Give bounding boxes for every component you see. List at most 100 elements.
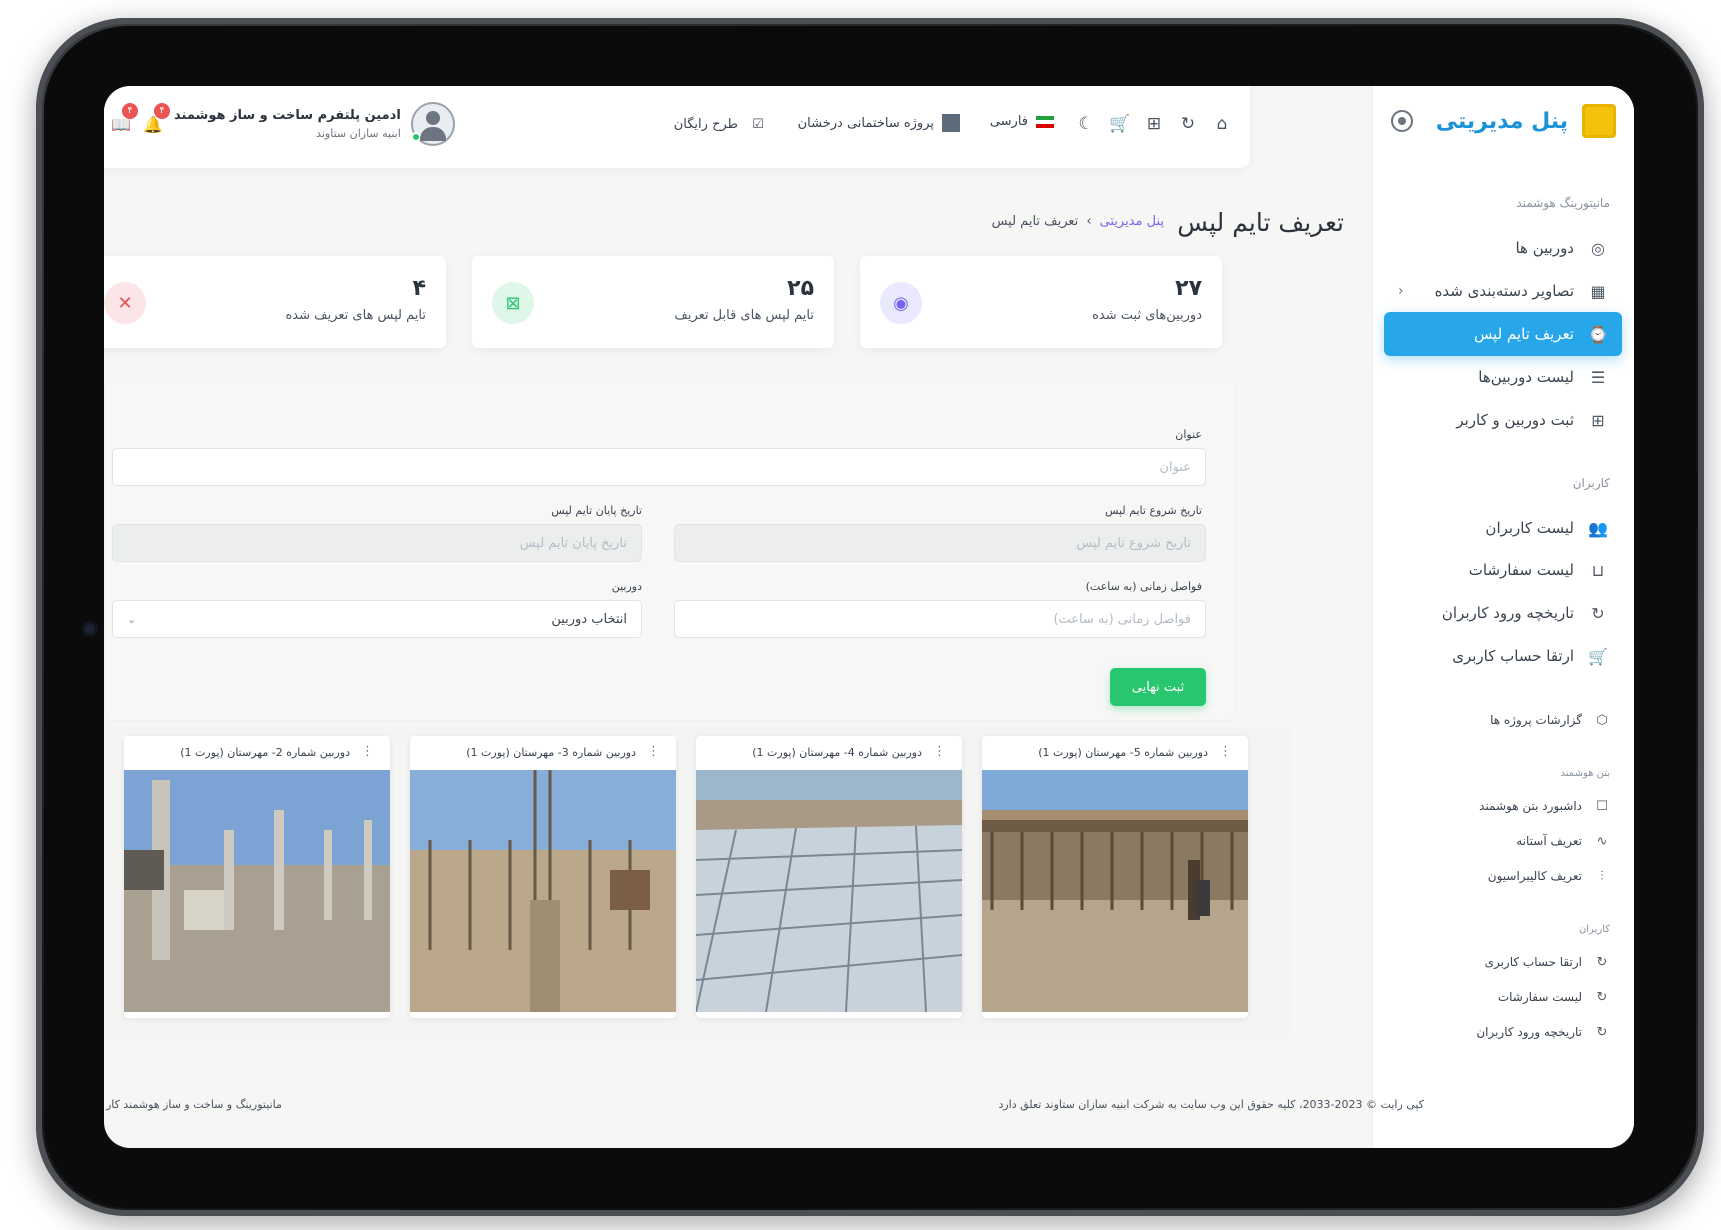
- refresh-icon: ↻: [1596, 989, 1608, 1005]
- camera-select-value: انتخاب دوربین: [551, 611, 627, 627]
- interval-input[interactable]: فواصل زمانی (به ساعت): [674, 600, 1206, 638]
- camera-card[interactable]: ⋮ دوربین شماره 4- مهرستان (پورت 1): [696, 736, 962, 1018]
- avatar[interactable]: [410, 102, 455, 146]
- user-menu[interactable]: ادمین پلتفرم ساخت و ساز هوشمند ابنیه ساز…: [110, 102, 455, 146]
- grid-icon: ▦: [1590, 281, 1606, 301]
- toolbar-icons: ⌂ ↻ ⊞ 🛒 ☾: [1076, 114, 1232, 134]
- stat-label: تایم لپس های قابل تعریف: [674, 308, 814, 323]
- start-date-input[interactable]: تاریخ شروع تایم لپس: [674, 524, 1206, 562]
- stat-value: ۲۵: [787, 276, 814, 301]
- sidebar-item-upgrade-account-2[interactable]: ↻ ارتقا حساب کاربری: [1485, 954, 1610, 970]
- more-vertical-icon[interactable]: ⋮: [933, 744, 946, 759]
- stat-label: دوربین‌های ثبت شده: [1092, 308, 1202, 323]
- sidebar-item-label: لیست کاربران: [1485, 519, 1574, 537]
- breadcrumb-current: تعریف تایم لپس: [991, 214, 1079, 229]
- cart-icon[interactable]: 🛒: [1109, 114, 1130, 134]
- camera-snapshot: [696, 770, 962, 1012]
- project-selector[interactable]: پروژه ساختمانی درخشان: [798, 114, 960, 132]
- sidebar-item-login-history[interactable]: ↻ تاریخچه ورود کاربران: [1384, 591, 1622, 635]
- sidebar-item-label: ارتقا حساب کاربری: [1452, 647, 1574, 665]
- bag-icon: ⊔: [1591, 560, 1605, 580]
- brand[interactable]: پنل مدیریتی: [1436, 104, 1616, 138]
- footer-tagline: مانیتورینگ و ساخت و ساز هوشمند کار: [106, 1098, 282, 1111]
- camera-select[interactable]: انتخاب دوربین ⌄: [112, 600, 642, 638]
- notification-badge: ۴: [154, 103, 170, 119]
- language-label: فارسی: [989, 114, 1028, 129]
- camera-card[interactable]: ⋮ دوربین شماره 5- مهرستان (پورت 1): [982, 736, 1248, 1018]
- sidebar-item-concrete-dashboard[interactable]: ☐ داشبورد بتن هوشمند: [1479, 798, 1610, 814]
- iran-flag-icon: [1036, 115, 1054, 128]
- sidebar-item-categorized-images[interactable]: ▦ تصاویر دسته‌بندی شده ‹: [1384, 269, 1622, 313]
- stat-card-cameras: ۲۷ دوربین‌های ثبت شده ◉: [860, 256, 1222, 348]
- sidebar-item-label: تصاویر دسته‌بندی شده: [1434, 282, 1574, 300]
- more-vertical-icon[interactable]: ⋮: [647, 744, 660, 759]
- language-selector[interactable]: فارسی: [990, 114, 1054, 129]
- moon-icon[interactable]: ☾: [1076, 114, 1096, 134]
- sidebar-item-cameras[interactable]: ◎ دوربین ها: [1384, 226, 1622, 270]
- section-label-users: کاربران: [1572, 476, 1610, 490]
- top-bar: ⌂ ↻ ⊞ 🛒 ☾ فارسی پروژه ساختمانی درخشان ☑ …: [104, 86, 1250, 168]
- notifications-bell-icon[interactable]: 🔔 ۴: [142, 103, 170, 135]
- camera-title: دوربین شماره 5- مهرستان (پورت 1): [1038, 746, 1208, 759]
- cube-icon: ⬡: [1596, 712, 1608, 728]
- timer-icon: ⌚: [1588, 324, 1608, 344]
- camera-title: دوربین شماره 3- مهرستان (پورت 1): [466, 746, 636, 759]
- sidebar-item-camera-list[interactable]: ☰ لیست دوربین‌ها: [1384, 355, 1622, 399]
- sidebar-item-threshold[interactable]: ∿ تعریف آستانه: [1516, 833, 1610, 849]
- title-input[interactable]: عنوان: [112, 448, 1206, 486]
- section-label-smart-concrete: بتن هوشمند: [1560, 768, 1610, 779]
- plus-square-icon[interactable]: ⊞: [1144, 114, 1164, 134]
- camera-feeds: ⋮ دوربین شماره 5- مهرستان (پورت 1) ⋮ دور…: [106, 726, 1292, 1038]
- radio-toggle-icon[interactable]: [1391, 110, 1413, 132]
- list-icon: ☰: [1590, 367, 1606, 387]
- camera-icon: ◉: [880, 282, 922, 324]
- sidebar-item-label: گزارشات پروژه ها: [1490, 713, 1582, 727]
- sliders-icon: ⫶: [1600, 868, 1604, 884]
- front-camera: [82, 621, 98, 637]
- sidebar-item-order-list-2[interactable]: ↻ لیست سفارشات: [1498, 989, 1610, 1005]
- refresh-icon[interactable]: ↻: [1178, 114, 1198, 134]
- sidebar-item-label: داشبورد بتن هوشمند: [1479, 799, 1582, 813]
- sidebar-item-login-history-2[interactable]: ↻ تاریخچه ورود کاربران: [1476, 1024, 1610, 1040]
- camera-title: دوربین شماره 2- مهرستان (پورت 1): [180, 746, 350, 759]
- sidebar-item-timelapse[interactable]: ⌚ تعریف تایم لپس: [1384, 312, 1622, 356]
- sidebar-item-label: تعریف تایم لپس: [1473, 325, 1574, 343]
- breadcrumb-separator-icon: ›: [1086, 214, 1092, 229]
- book-icon[interactable]: 📖 ۴: [110, 103, 138, 135]
- sidebar-item-label: تاریخچه ورود کاربران: [1476, 1025, 1582, 1039]
- section-label-users-2: کاربران: [1578, 924, 1610, 935]
- sidebar-item-label: ثبت دوربین و کاربر: [1456, 411, 1574, 429]
- project-name: پروژه ساختمانی درخشان: [797, 115, 934, 131]
- construction-photo-5: [982, 770, 1248, 1012]
- more-vertical-icon[interactable]: ⋮: [361, 744, 374, 759]
- refresh-icon: ↻: [1596, 1024, 1608, 1040]
- sidebar-item-user-list[interactable]: 👥 لیست کاربران: [1384, 506, 1622, 550]
- camera-card[interactable]: ⋮ دوربین شماره 2- مهرستان (پورت 1): [124, 736, 390, 1018]
- sidebar-item-register-camera[interactable]: ⊞ ثبت دوربین و کاربر: [1384, 398, 1622, 442]
- sidebar-item-label: تعریف آستانه: [1516, 834, 1582, 848]
- sidebar-item-order-list[interactable]: ⊔ لیست سفارشات: [1384, 548, 1622, 592]
- plan-label: طرح رایگان: [673, 116, 738, 132]
- sidebar-item-label: دوربین ها: [1515, 239, 1574, 257]
- square-icon: ☐: [1596, 798, 1608, 814]
- refresh-icon: ↻: [1591, 603, 1605, 623]
- stat-card-defined: ۴ تایم لپس های تعریف شده ✕: [104, 256, 446, 348]
- user-company: ابنیه سازان ستاوند: [316, 127, 401, 140]
- end-date-input[interactable]: تاریخ پایان تایم لپس: [112, 524, 642, 562]
- camera-card[interactable]: ⋮ دوربین شماره 3- مهرستان (پورت 1): [410, 736, 676, 1018]
- breadcrumb-home[interactable]: پنل مدیریتی: [1100, 214, 1164, 229]
- submit-button[interactable]: ثبت نهایی: [1110, 668, 1206, 706]
- timelapse-form: عنوان عنوان تاریخ شروع تایم لپس تاریخ شر…: [106, 380, 1234, 720]
- home-icon[interactable]: ⌂: [1212, 114, 1232, 134]
- close-icon: ✕: [104, 282, 146, 324]
- plan-indicator[interactable]: ☑ طرح رایگان: [674, 114, 768, 134]
- camera-snapshot: [982, 770, 1248, 1012]
- sidebar-item-label: تاریخچه ورود کاربران: [1441, 604, 1574, 622]
- sidebar-item-project-reports[interactable]: ⬡ گزارشات پروژه ها: [1490, 712, 1610, 728]
- chevron-down-icon: ⌄: [127, 612, 137, 626]
- camera-icon: ◎: [1591, 238, 1605, 258]
- more-vertical-icon[interactable]: ⋮: [1219, 744, 1232, 759]
- sidebar-item-upgrade-account[interactable]: 🛒 ارتقا حساب کاربری: [1384, 634, 1622, 678]
- camera-snapshot: [410, 770, 676, 1012]
- sidebar-item-calibration[interactable]: ⫶ تعریف کالیبراسیون: [1488, 868, 1610, 884]
